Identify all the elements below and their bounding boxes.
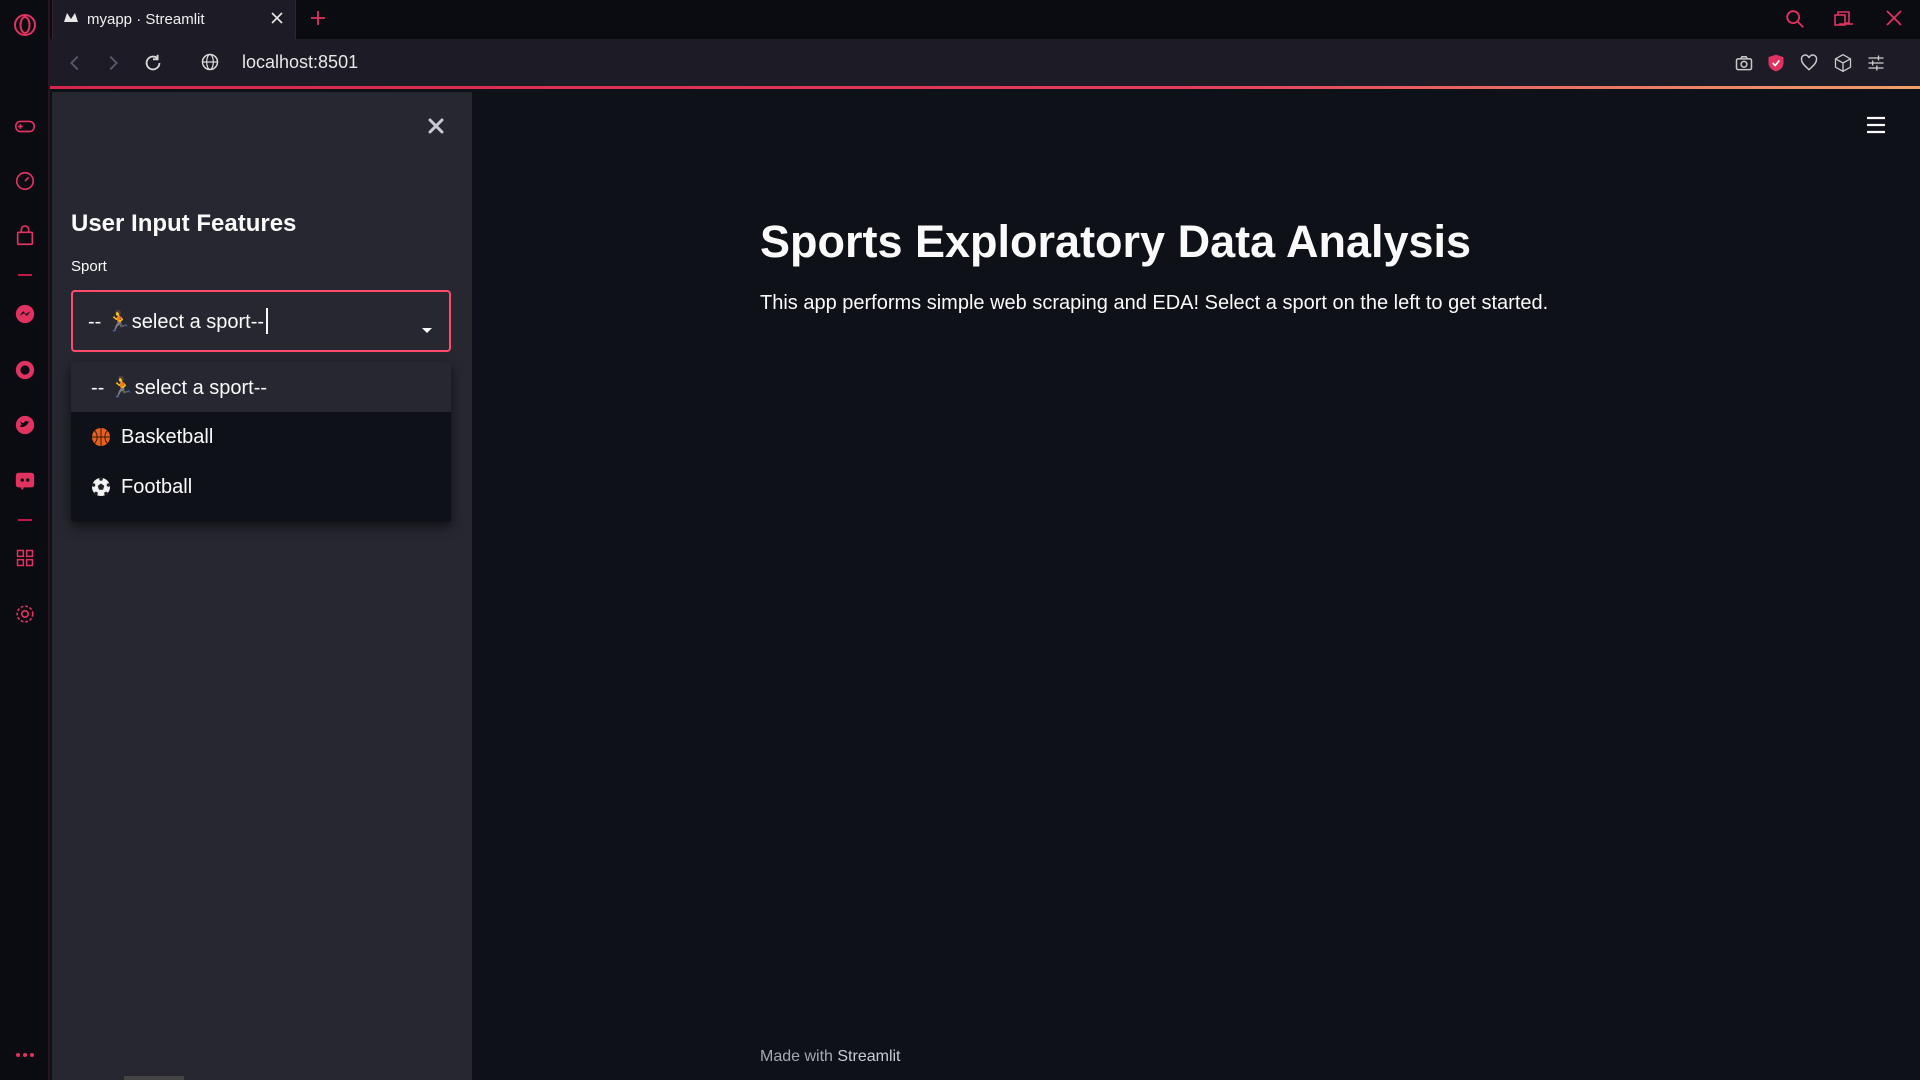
- main-content: Sports Exploratory Data Analysis This ap…: [472, 92, 1920, 1080]
- footer-prefix: Made with: [760, 1048, 838, 1065]
- messenger-icon[interactable]: [12, 301, 38, 327]
- sport-option-label: Football: [121, 475, 193, 498]
- tab-title: myapp · Streamlit: [87, 11, 205, 28]
- streamlit-link[interactable]: Streamlit: [837, 1048, 900, 1065]
- new-tab-icon[interactable]: [308, 8, 328, 33]
- camera-icon[interactable]: [1734, 53, 1754, 78]
- settings-icon[interactable]: [12, 601, 38, 627]
- back-icon[interactable]: [64, 52, 86, 79]
- footer: Made with Streamlit: [760, 1048, 901, 1066]
- chevron-down-icon[interactable]: [421, 318, 433, 341]
- extensions-icon[interactable]: [12, 545, 38, 571]
- sport-option-football[interactable]: Football: [71, 462, 451, 512]
- rail-divider: [18, 519, 32, 521]
- sport-option-placeholder[interactable]: -- 🏃select a sport--: [71, 362, 451, 412]
- app-sidebar: User Input Features Sport -- 🏃select a s…: [52, 92, 472, 1080]
- sport-select-label: Sport: [71, 258, 107, 275]
- close-sidebar-icon[interactable]: [424, 114, 448, 138]
- address-bar: localhost:8501: [50, 39, 1920, 89]
- gamepad-icon[interactable]: [12, 113, 38, 139]
- twitter-icon[interactable]: [12, 412, 38, 438]
- sidebar-header: User Input Features: [71, 210, 297, 237]
- sport-dropdown-menu: -- 🏃select a sport-- Basketball Football: [71, 362, 451, 522]
- url-text[interactable]: localhost:8501: [242, 52, 358, 73]
- rail-divider: [18, 274, 32, 276]
- tab-bar: myapp · Streamlit: [50, 0, 1920, 39]
- speed-dial-icon[interactable]: [12, 168, 38, 194]
- more-icon[interactable]: [12, 1042, 38, 1068]
- page-title: Sports Exploratory Data Analysis: [760, 216, 1472, 267]
- search-icon[interactable]: [1784, 8, 1806, 35]
- reload-icon[interactable]: [142, 52, 164, 79]
- shield-icon[interactable]: [1766, 53, 1786, 78]
- forward-icon[interactable]: [102, 52, 124, 79]
- restore-window-icon[interactable]: [1832, 9, 1852, 34]
- soccer-ball-icon: [91, 477, 111, 497]
- sport-select[interactable]: -- 🏃select a sport--: [71, 290, 451, 352]
- streamlit-favicon-icon: [63, 10, 79, 29]
- browser-sidebar: [0, 0, 50, 1080]
- cube-icon[interactable]: [1833, 53, 1853, 78]
- sport-option-basketball[interactable]: Basketball: [71, 412, 451, 462]
- page-description: This app performs simple web scraping an…: [760, 292, 1549, 314]
- discord-icon[interactable]: [12, 468, 38, 494]
- heart-icon[interactable]: [1799, 53, 1819, 78]
- sport-option-label: -- 🏃select a sport--: [91, 376, 268, 399]
- close-tab-icon[interactable]: [269, 10, 285, 31]
- scrollbar-thumb[interactable]: [124, 1076, 184, 1080]
- text-cursor: [266, 308, 269, 334]
- hamburger-menu-icon[interactable]: [1866, 116, 1886, 139]
- whatsapp-icon[interactable]: [12, 357, 38, 383]
- globe-icon[interactable]: [200, 52, 220, 77]
- opera-logo-icon[interactable]: [12, 12, 38, 38]
- browser-tab[interactable]: myapp · Streamlit: [52, 0, 296, 39]
- sport-select-value: -- 🏃select a sport--: [88, 310, 265, 333]
- basketball-icon: [91, 427, 111, 447]
- sport-option-label: Basketball: [121, 425, 214, 448]
- close-window-icon[interactable]: [1884, 8, 1904, 33]
- shopping-bag-icon[interactable]: [12, 223, 38, 249]
- easy-setup-icon[interactable]: [1866, 53, 1886, 78]
